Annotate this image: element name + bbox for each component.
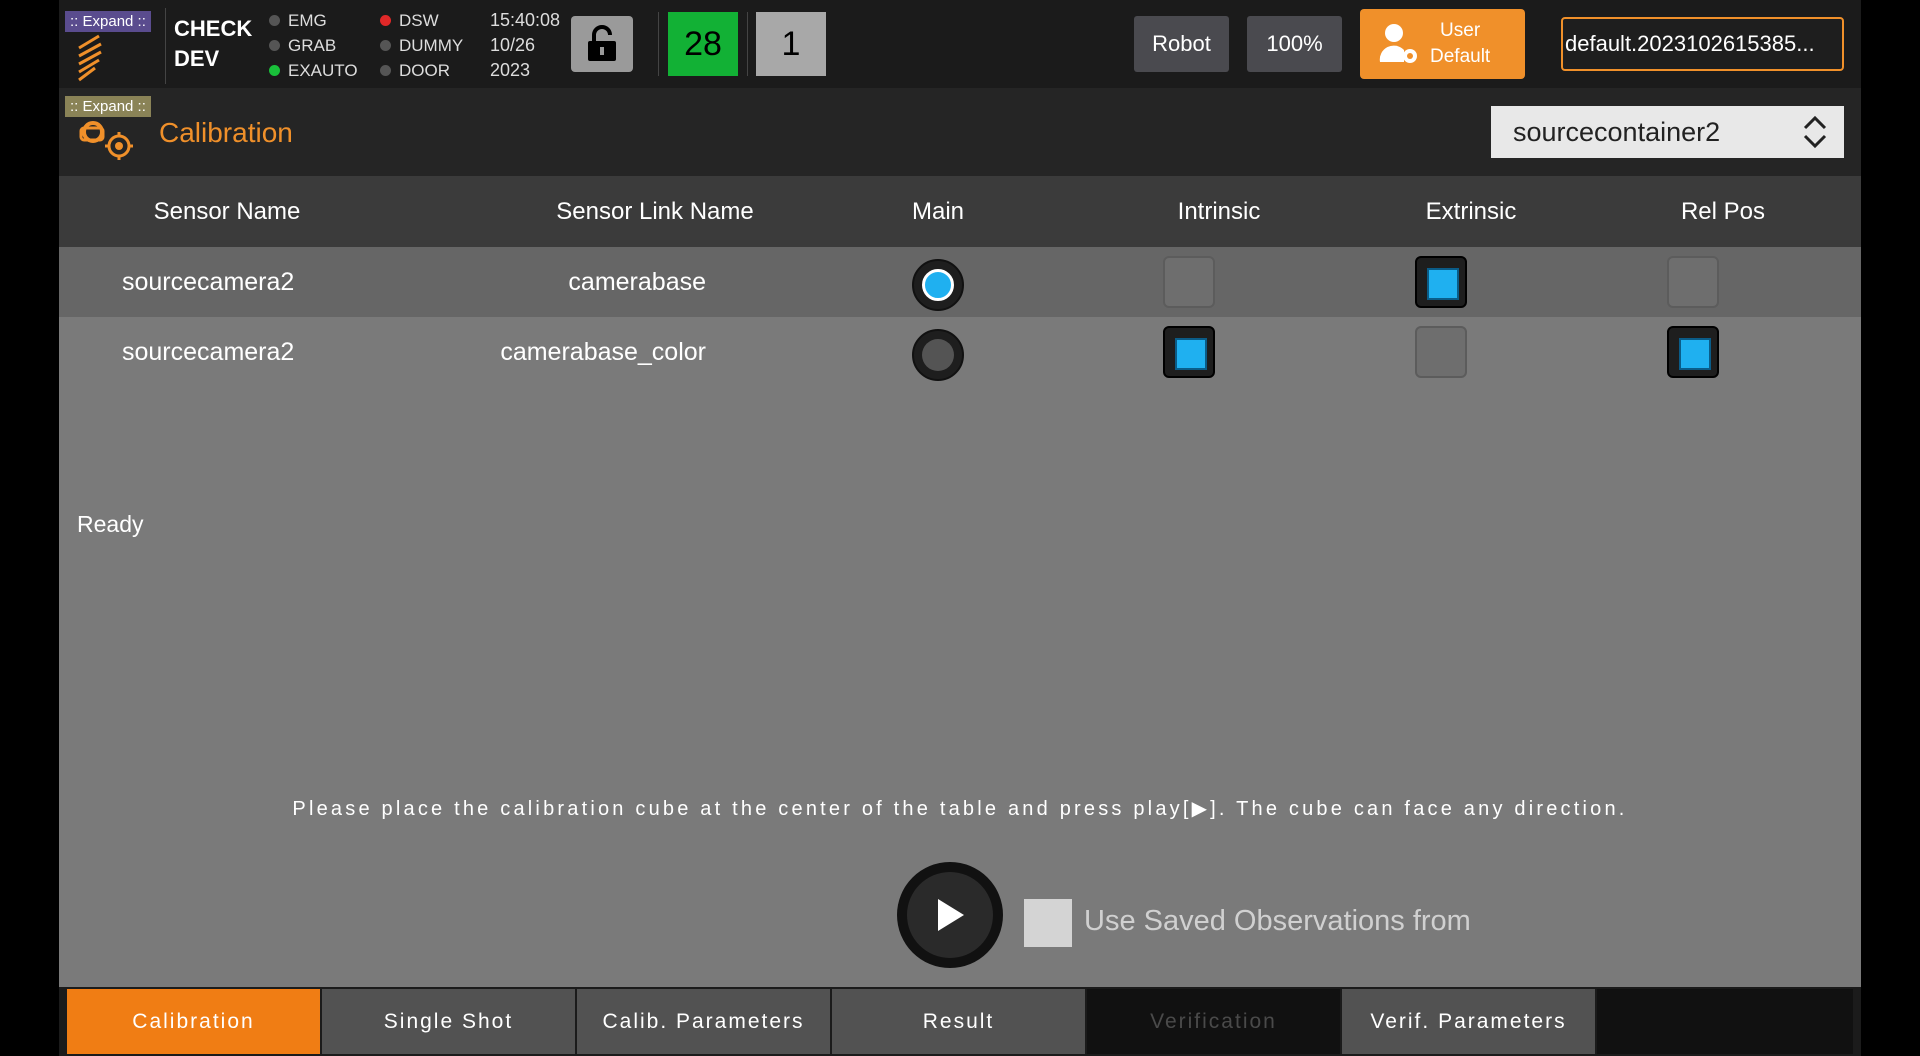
- counter-gray[interactable]: 1: [756, 12, 826, 76]
- play-button[interactable]: [897, 862, 1003, 968]
- counter-green[interactable]: 28: [668, 12, 738, 76]
- project-name-field[interactable]: default.2023102615385...: [1561, 17, 1844, 71]
- intrinsic-checkbox[interactable]: [1163, 326, 1215, 378]
- status-dsw: DSW: [380, 8, 463, 33]
- check-dev-label: CHECK DEV: [174, 16, 253, 71]
- rel-pos-checkbox[interactable]: [1667, 256, 1719, 308]
- column-header: Sensor Name: [153, 197, 301, 225]
- extrinsic-checkbox[interactable]: [1415, 256, 1467, 308]
- robot-button[interactable]: Robot: [1134, 16, 1229, 72]
- status-text: Ready: [77, 511, 144, 537]
- bottom-tab-bar: Calibration Single Shot Calib. Parameter…: [59, 987, 1861, 1056]
- column-header: Intrinsic: [1177, 197, 1261, 225]
- status-grab: GRAB: [269, 33, 358, 58]
- status-emg: EMG: [269, 8, 358, 33]
- use-saved-observations-label: Use Saved Observations from: [1084, 905, 1471, 937]
- instruction-text: Please place the calibration cube at the…: [292, 798, 1628, 820]
- expand-toggle-top[interactable]: :: Expand ::: [65, 11, 151, 32]
- status-dot: [269, 40, 280, 51]
- tab-result[interactable]: Result: [832, 989, 1085, 1054]
- column-header: Extrinsic: [1425, 197, 1517, 225]
- table-row[interactable]: sourcecamera2 camerabase_color: [59, 317, 1861, 387]
- user-settings-icon: [1379, 24, 1417, 63]
- status-dot: [380, 15, 391, 26]
- use-saved-observations-checkbox[interactable]: [1024, 899, 1072, 947]
- divider: [658, 12, 659, 76]
- tab-verification: Verification: [1087, 989, 1340, 1054]
- intrinsic-checkbox[interactable]: [1163, 256, 1215, 308]
- extrinsic-checkbox[interactable]: [1415, 326, 1467, 378]
- expand-toggle-header[interactable]: :: Expand ::: [65, 96, 151, 117]
- column-header: Main: [911, 197, 965, 225]
- tab-calib-parameters[interactable]: Calib. Parameters: [577, 989, 830, 1054]
- status-dot: [380, 40, 391, 51]
- play-icon: [938, 899, 964, 931]
- table-header: Sensor Name Sensor Link Name Main Intrin…: [59, 176, 1861, 247]
- container-select[interactable]: sourcecontainer2: [1491, 106, 1844, 158]
- sensor-link-name-cell: camerabase_color: [500, 337, 706, 366]
- top-status-bar: :: Expand :: CHECK DEV EMG GRAB EXAUTO D…: [59, 0, 1861, 88]
- status-door: DOOR: [380, 58, 463, 83]
- calibration-icon: [79, 121, 133, 160]
- status-indicators-2: DSW DUMMY DOOR: [380, 8, 463, 83]
- user-button[interactable]: User Default: [1360, 9, 1525, 79]
- up-down-chevron-icon: [1803, 115, 1827, 149]
- status-dot: [380, 65, 391, 76]
- speed-button[interactable]: 100%: [1247, 16, 1342, 72]
- divider: [165, 8, 166, 84]
- status-dot: [269, 15, 280, 26]
- unlock-icon: [588, 25, 616, 61]
- tab-verif-parameters[interactable]: Verif. Parameters: [1342, 989, 1595, 1054]
- sensor-name-cell: sourcecamera2: [122, 267, 295, 296]
- sensor-link-name-cell: camerabase: [568, 267, 706, 296]
- tab-single-shot[interactable]: Single Shot: [322, 989, 575, 1054]
- column-header: Rel Pos: [1680, 197, 1766, 225]
- status-dot: [269, 65, 280, 76]
- clock: 15:40:08 10/26 2023: [490, 10, 561, 80]
- status-exauto: EXAUTO: [269, 58, 358, 83]
- column-header: Sensor Link Name: [556, 197, 754, 225]
- main-radio[interactable]: [912, 329, 964, 381]
- status-indicators-1: EMG GRAB EXAUTO: [269, 8, 358, 83]
- table-row[interactable]: sourcecamera2 camerabase: [59, 247, 1861, 317]
- app-window: :: Expand :: CHECK DEV EMG GRAB EXAUTO D…: [59, 0, 1861, 1056]
- divider: [747, 12, 748, 76]
- tab-filler: [1597, 989, 1853, 1054]
- status-dummy: DUMMY: [380, 33, 463, 58]
- rel-pos-checkbox[interactable]: [1667, 326, 1719, 378]
- unlock-button[interactable]: [571, 16, 633, 72]
- page-header: :: Expand :: Calibration sourcecontainer…: [59, 88, 1861, 176]
- main-radio[interactable]: [912, 259, 964, 311]
- sensor-name-cell: sourcecamera2: [122, 337, 295, 366]
- page-title: Calibration: [159, 117, 293, 148]
- tab-calibration[interactable]: Calibration: [67, 989, 320, 1054]
